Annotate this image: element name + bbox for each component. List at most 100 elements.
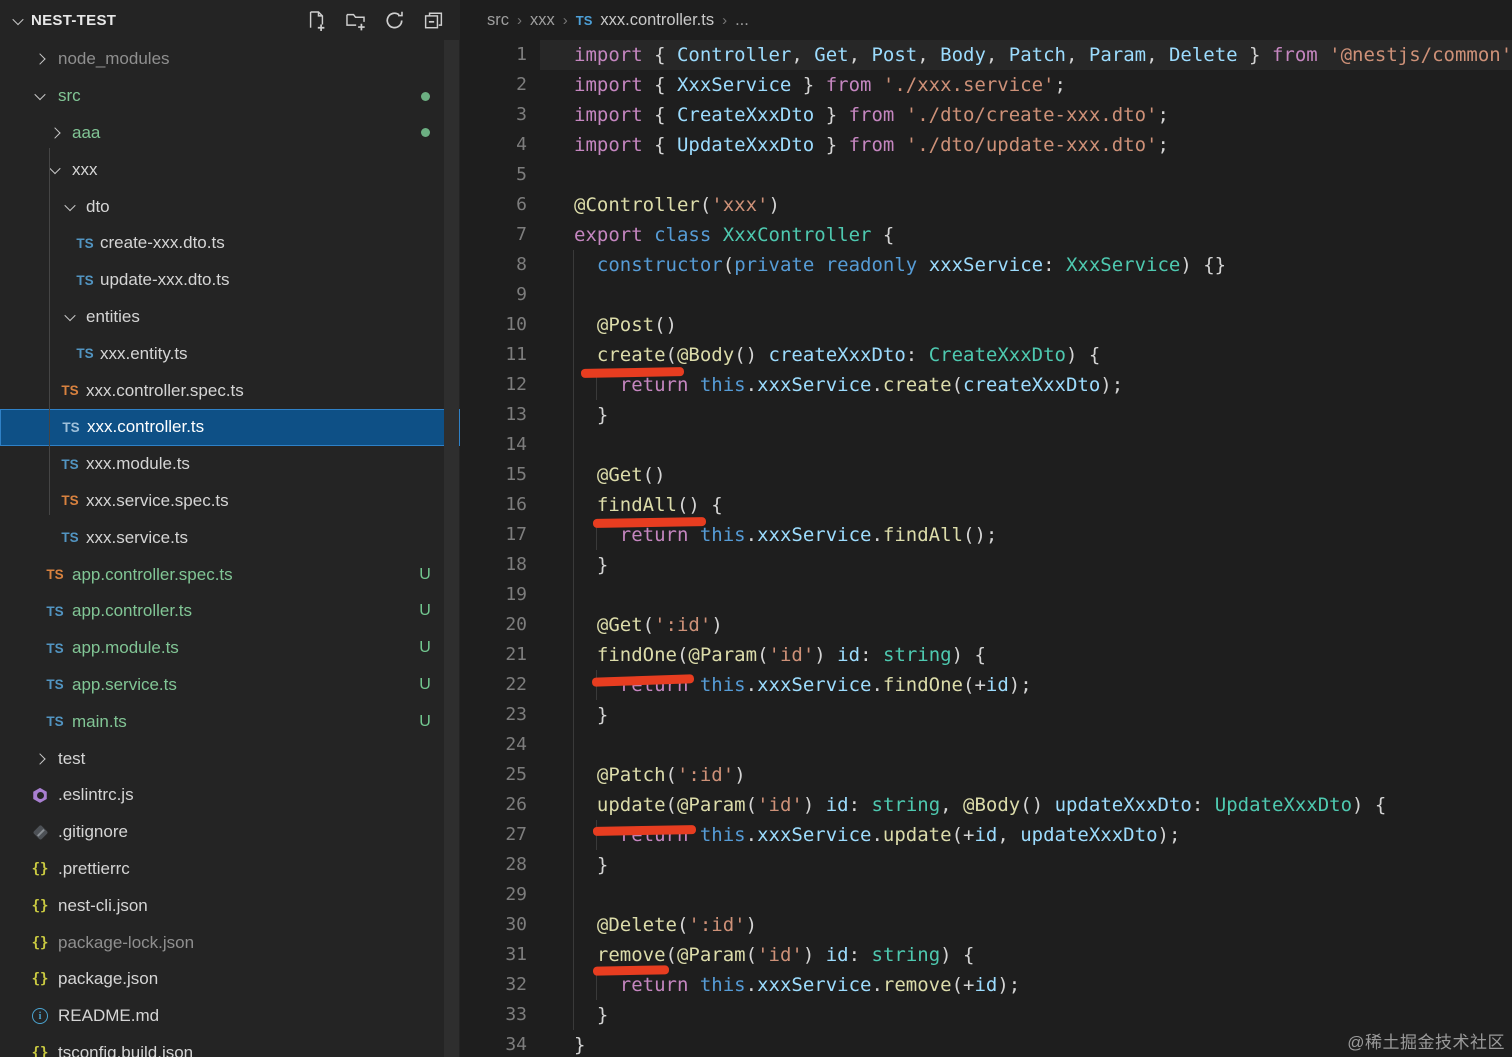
breadcrumb-more[interactable]: ... (735, 11, 749, 30)
line-number: 9 (460, 280, 527, 310)
breadcrumb-src[interactable]: src (487, 11, 509, 30)
line-number: 18 (460, 550, 527, 580)
typescript-file-icon: TS (576, 13, 593, 28)
new-file-icon[interactable] (305, 10, 327, 32)
tree-item-app.service.ts[interactable]: TSapp.service.tsU (0, 667, 460, 704)
line-number: 10 (460, 310, 527, 340)
tree-item-create-xxx.dto.ts[interactable]: TScreate-xxx.dto.ts (0, 225, 460, 262)
tree-item-label: README.md (58, 1006, 159, 1026)
code-line-8: constructor(private readonly xxxService:… (574, 250, 1226, 280)
tree-item-label: entities (86, 307, 140, 327)
typescript-file-icon: TS (76, 346, 93, 361)
code-line-1: import { Controller, Get, Post, Body, Pa… (574, 40, 1512, 70)
tree-item-label: xxx.entity.ts (100, 344, 188, 364)
tree-item-xxx.entity.ts[interactable]: TS xxx.entity.ts (0, 335, 460, 372)
tree-item-label: xxx.module.ts (86, 454, 190, 474)
code-editor[interactable]: src › xxx › TS xxx.controller.ts › ... 1… (460, 0, 1512, 1057)
tree-item-label: xxx.controller.ts (87, 417, 204, 437)
breadcrumb-xxx[interactable]: xxx (530, 11, 555, 30)
typescript-file-icon: TS (61, 493, 78, 508)
line-number: 33 (460, 1000, 527, 1030)
tree-item-package.json[interactable]: {}package.json (0, 961, 460, 998)
chevron-down-icon (64, 310, 75, 321)
breadcrumb-file[interactable]: xxx.controller.ts (600, 11, 714, 30)
tree-item-.eslintrc.js[interactable]: .eslintrc.js (0, 777, 460, 814)
eslint-icon (33, 788, 48, 803)
tree-item-.gitignore[interactable]: .gitignore (0, 814, 460, 851)
tree-item-update-xxx.dto.ts[interactable]: TSupdate-xxx.dto.ts (0, 262, 460, 299)
line-number: 31 (460, 940, 527, 970)
line-number: 16 (460, 490, 527, 520)
tree-item-README.md[interactable]: i README.md (0, 998, 460, 1035)
code-line-32: return this.xxxService.remove(+id); (574, 970, 1020, 1000)
tree-item-label: nest-cli.json (58, 896, 148, 916)
typescript-file-icon: TS (46, 714, 63, 729)
red-underline-mark (593, 965, 669, 975)
breadcrumb-separator-icon: › (563, 12, 568, 29)
tree-item-xxx.service.spec.ts[interactable]: TSxxx.service.spec.ts (0, 483, 460, 520)
code-line-15: @Get() (574, 460, 666, 490)
tree-item-label: update-xxx.dto.ts (100, 270, 229, 290)
chevron-down-icon (12, 13, 23, 24)
code-line-7: export class XxxController { (574, 220, 894, 250)
tree-item-main.ts[interactable]: TSmain.tsU (0, 703, 460, 740)
typescript-file-icon: TS (61, 530, 78, 545)
chevron-right-icon (49, 127, 60, 138)
typescript-file-icon: TS (61, 457, 78, 472)
tree-item-entities[interactable]: entities (0, 299, 460, 336)
git-modified-dot-badge (421, 128, 430, 137)
tree-item-aaa[interactable]: aaa (0, 115, 460, 152)
code-line-33: } (574, 1000, 608, 1030)
explorer-section-toggle[interactable]: NEST-TEST (0, 12, 116, 29)
line-number: 5 (460, 160, 527, 190)
tree-item-node-modules[interactable]: node_modules (0, 41, 460, 78)
info-icon: i (32, 1008, 48, 1024)
chevron-down-icon (34, 89, 45, 100)
watermark: @稀土掘金技术社区 (1347, 1028, 1505, 1053)
typescript-file-icon: TS (46, 677, 63, 692)
tree-item-xxx[interactable]: xxx (0, 151, 460, 188)
tree-item-label: package.json (58, 969, 158, 989)
git-modified-dot-badge (421, 92, 430, 101)
tree-item-app.controller.ts[interactable]: TSapp.controller.tsU (0, 593, 460, 630)
tree-item-label: app.module.ts (72, 638, 179, 658)
tree-item-package-lock.json[interactable]: {}package-lock.json (0, 924, 460, 961)
code-line-34: } (574, 1030, 585, 1057)
tree-item-tsconfig.build.json[interactable]: {}tsconfig.build.json (0, 1035, 460, 1057)
line-number: 7 (460, 220, 527, 250)
tree-item-label: .prettierrc (58, 859, 130, 879)
tree-item-.prettierrc[interactable]: {}.prettierrc (0, 851, 460, 888)
typescript-file-icon: TS (76, 236, 93, 251)
line-number: 20 (460, 610, 527, 640)
tree-item-label: .eslintrc.js (58, 785, 134, 805)
tree-item-test[interactable]: test (0, 740, 460, 777)
tree-item-xxx.controller.spec.ts[interactable]: TSxxx.controller.spec.ts (0, 372, 460, 409)
refresh-icon[interactable] (383, 10, 405, 32)
tree-item-label: app.controller.ts (72, 601, 192, 621)
tree-item-nest-cli.json[interactable]: {}nest-cli.json (0, 887, 460, 924)
tree-item-label: package-lock.json (58, 933, 194, 953)
line-number: 3 (460, 100, 527, 130)
tree-item-xxx.module.ts[interactable]: TS xxx.module.ts (0, 446, 460, 483)
tree-item-label: src (58, 86, 81, 106)
sidebar-scrollbar[interactable] (444, 40, 459, 1057)
typescript-file-icon: TS (46, 641, 63, 656)
tree-item-xxx.controller.ts[interactable]: TSxxx.controller.ts (0, 409, 460, 446)
code-line-4: import { UpdateXxxDto } from './dto/upda… (574, 130, 1169, 160)
line-number: 32 (460, 970, 527, 1000)
line-number: 28 (460, 850, 527, 880)
tree-item-xxx.service.ts[interactable]: TSxxx.service.ts (0, 519, 460, 556)
line-number: 12 (460, 370, 527, 400)
tree-item-src[interactable]: src (0, 78, 460, 115)
line-number: 26 (460, 790, 527, 820)
line-number: 13 (460, 400, 527, 430)
code-line-28: } (574, 850, 608, 880)
line-number: 19 (460, 580, 527, 610)
tree-item-dto[interactable]: dto (0, 188, 460, 225)
tree-item-app.module.ts[interactable]: TSapp.module.tsU (0, 630, 460, 667)
new-folder-icon[interactable] (344, 10, 366, 32)
collapse-all-icon[interactable] (422, 10, 444, 32)
breadcrumb-separator-icon: › (722, 12, 727, 29)
breadcrumb-separator-icon: › (517, 12, 522, 29)
tree-item-app.controller.spec.ts[interactable]: TSapp.controller.spec.tsU (0, 556, 460, 593)
